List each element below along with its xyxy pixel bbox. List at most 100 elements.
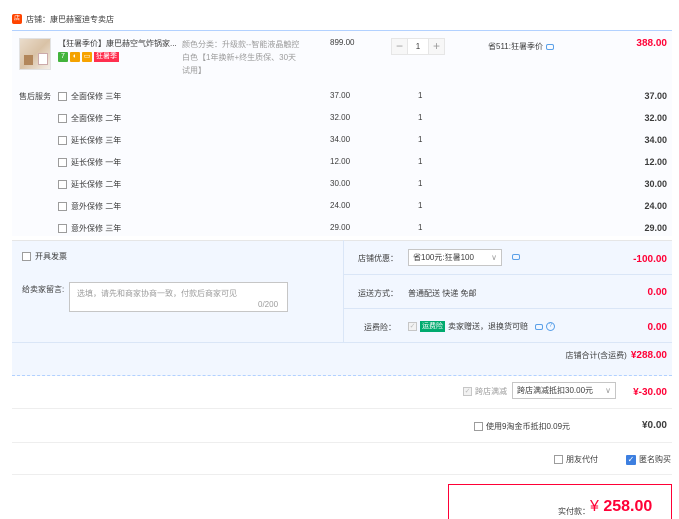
- service-price: 32.00: [330, 113, 351, 122]
- row-divider: [12, 408, 672, 409]
- service-name: 全面保修 二年: [71, 113, 122, 123]
- service-name: 意外保修 二年: [71, 201, 122, 211]
- help-icon[interactable]: ?: [546, 322, 555, 331]
- discount-amount: -100.00: [633, 254, 667, 265]
- quantity-input[interactable]: 1: [408, 38, 428, 55]
- cross-store-label: 跨店满减: [475, 387, 507, 396]
- shipping-method: 普通配送 快递 免邮: [408, 289, 477, 298]
- service-checkbox[interactable]: [58, 157, 67, 167]
- shop-total-amount: ¥288.00: [630, 350, 667, 361]
- product-spec: 颜色分类：升级款--智能液晶触控白色【1年换新+终生质保、30天试用】: [182, 40, 300, 75]
- insurance-text: 卖家赠送，退换货可赔: [448, 322, 528, 331]
- service-total: 24.00: [644, 201, 667, 211]
- coins-option[interactable]: 使用9淘金币抵扣0.09元: [474, 421, 570, 432]
- friend-pay-option[interactable]: 朋友代付: [554, 454, 598, 465]
- message-char-count: 0/200: [258, 300, 279, 309]
- seven-day-return-icon: 7: [58, 52, 68, 62]
- credit-card-icon: ▭: [82, 52, 92, 62]
- info-bubble-icon[interactable]: [545, 43, 554, 50]
- service-option[interactable]: 延长保修 二年: [58, 177, 121, 191]
- cross-store-option: ✓ 跨店满减: [463, 386, 507, 397]
- anonymous-checkbox[interactable]: ✓: [626, 454, 636, 465]
- decrease-button[interactable]: −: [391, 38, 408, 55]
- payment-amount: ¥ 258.00: [590, 498, 652, 516]
- product-thumbnail[interactable]: [19, 38, 51, 70]
- coins-checkbox[interactable]: [474, 422, 483, 431]
- row-divider: [343, 308, 672, 309]
- cross-store-select[interactable]: 跨店满减抵扣30.00元 ∨: [512, 382, 616, 399]
- insurance-amount: 0.00: [647, 322, 667, 333]
- service-checkbox[interactable]: [58, 135, 67, 145]
- service-price: 12.00: [330, 157, 351, 166]
- shop-header: 店 店铺： 康巴赫蜜迪专卖店: [12, 12, 114, 26]
- shop-name-link[interactable]: 康巴赫蜜迪专卖店: [50, 14, 114, 25]
- service-label: 售后服务: [19, 92, 51, 101]
- service-name: 全面保修 三年: [71, 91, 122, 101]
- service-option[interactable]: 延长保修 三年: [58, 133, 121, 147]
- discount-label: 店铺优惠：: [358, 254, 398, 263]
- product-title-link[interactable]: 【狂暑季价】康巴赫空气炸锅家...: [58, 38, 180, 49]
- service-price: 37.00: [330, 91, 351, 100]
- service-qty: 1: [418, 135, 423, 144]
- shop-total-label: 店铺合计(含运费): [565, 351, 627, 360]
- insurance-label: 运费险：: [364, 323, 396, 332]
- discount-selected: 省100元:狂暑100: [413, 253, 474, 262]
- service-option[interactable]: 全面保修 二年: [58, 111, 121, 125]
- discount-select[interactable]: 省100元:狂暑100 ∨: [408, 249, 502, 266]
- discount-info-icon[interactable]: [512, 254, 520, 260]
- unit-price: 899.00: [330, 38, 355, 47]
- message-label: 给卖家留言:: [22, 285, 65, 294]
- anonymous-option[interactable]: ✓ 匿名购买: [626, 454, 671, 465]
- service-qty: 1: [418, 157, 423, 166]
- cross-store-selected: 跨店满减抵扣30.00元: [517, 386, 594, 395]
- service-option[interactable]: 全面保修 三年: [58, 89, 121, 103]
- service-checkbox[interactable]: [58, 113, 67, 123]
- service-price: 24.00: [330, 201, 351, 210]
- panel-divider: [12, 342, 672, 343]
- insurance-row: ✓ 运费险 卖家赠送，退换货可赔 ?: [408, 321, 555, 332]
- order-dashed-divider: [12, 375, 672, 376]
- service-name: 延长保修 一年: [71, 157, 122, 167]
- service-option[interactable]: 延长保修 一年: [58, 155, 121, 169]
- chevron-down-icon: ∨: [491, 253, 497, 262]
- chevron-down-icon: ∨: [605, 386, 611, 395]
- service-checkbox[interactable]: [58, 179, 67, 189]
- cross-store-checkbox[interactable]: ✓: [463, 387, 472, 396]
- invoice-label: 开具发票: [35, 252, 67, 261]
- service-checkbox[interactable]: [58, 223, 67, 233]
- product-badges: 7 ◐ ▭ 狂暑季: [58, 52, 119, 62]
- service-name: 延长保修 三年: [71, 135, 122, 145]
- service-option[interactable]: 意外保修 二年: [58, 199, 121, 213]
- insurance-checkbox[interactable]: ✓: [408, 322, 417, 331]
- row-divider: [12, 442, 672, 443]
- increase-button[interactable]: +: [428, 38, 445, 55]
- service-checkbox[interactable]: [58, 91, 67, 101]
- insurance-chat-icon[interactable]: [535, 323, 543, 330]
- service-qty: 1: [418, 179, 423, 188]
- insurance-tag: 运费险: [420, 321, 445, 332]
- service-total: 32.00: [644, 113, 667, 123]
- invoice-checkbox[interactable]: [22, 252, 31, 261]
- invoice-option[interactable]: 开具发票: [22, 251, 67, 262]
- row-divider: [12, 474, 672, 475]
- shipping-amount: 0.00: [647, 287, 667, 298]
- service-name: 意外保修 三年: [71, 223, 122, 233]
- service-qty: 1: [418, 201, 423, 210]
- payment-value: 258.00: [603, 498, 653, 515]
- message-placeholder: 选填，请先和商家协商一致，付款后商家可见: [77, 289, 237, 298]
- shipping-label: 运送方式：: [358, 289, 398, 298]
- service-checkbox[interactable]: [58, 201, 67, 211]
- service-total: 30.00: [644, 179, 667, 189]
- guarantee-icon: ◐: [70, 52, 80, 62]
- service-total: 34.00: [644, 135, 667, 145]
- service-price: 30.00: [330, 179, 351, 188]
- service-qty: 1: [418, 113, 423, 122]
- cross-store-amount: ¥-30.00: [633, 387, 667, 398]
- savings-text: 省511:狂暑季价: [488, 42, 543, 51]
- anonymous-label: 匿名购买: [639, 455, 671, 464]
- friend-pay-checkbox[interactable]: [554, 455, 563, 464]
- service-name: 延长保修 二年: [71, 179, 122, 189]
- service-option[interactable]: 意外保修 三年: [58, 221, 121, 235]
- service-price: 34.00: [330, 135, 351, 144]
- shop-icon: 店: [12, 14, 22, 24]
